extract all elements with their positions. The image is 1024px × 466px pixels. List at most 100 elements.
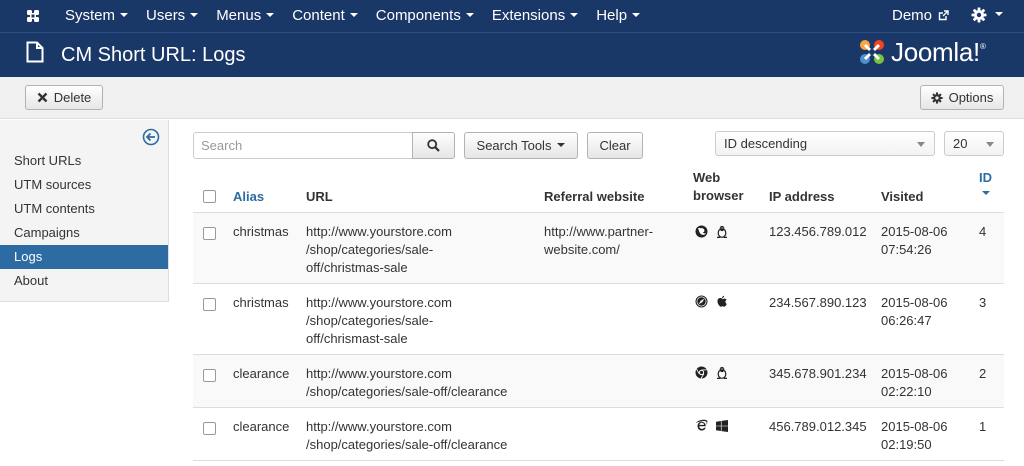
id-cell: 1 xyxy=(979,419,987,434)
column-header-browser-line2: browser xyxy=(693,188,744,203)
chevron-down-icon xyxy=(986,142,994,147)
menu-menus[interactable]: Menus xyxy=(207,0,283,32)
visited-cell: 2015-08-06 02:22:10 xyxy=(881,365,948,401)
sidebar-item-logs[interactable]: Logs xyxy=(0,245,168,269)
id-cell: 2 xyxy=(979,366,987,381)
brand-name: Joomla!® xyxy=(891,37,986,68)
list-limit-select[interactable]: 20 xyxy=(944,131,1004,156)
visited-time: 02:19:50 xyxy=(881,437,932,452)
list-limit-value: 20 xyxy=(953,136,968,151)
column-header-alias[interactable]: Alias xyxy=(233,188,264,206)
table-row: christmas http://www.yourstore.com /shop… xyxy=(193,284,1004,355)
row-checkbox[interactable] xyxy=(203,227,216,240)
column-header-browser-line1: Web xyxy=(693,170,721,185)
caret-down-icon xyxy=(632,13,641,18)
select-all-checkbox[interactable] xyxy=(203,190,216,203)
sidebar-item-utm-sources[interactable]: UTM sources xyxy=(0,173,168,197)
linux-icon xyxy=(717,366,727,379)
column-header-visited: Visited xyxy=(881,189,924,204)
chrome-icon xyxy=(695,366,708,379)
visited-date: 2015-08-06 xyxy=(881,419,948,434)
menu-label: Help xyxy=(596,7,628,24)
caret-down-icon xyxy=(995,12,1003,16)
url-cell: http://www.yourstore.com /shop/categorie… xyxy=(306,418,507,454)
table-row: clearance http://www.yourstore.com /shop… xyxy=(193,355,1004,408)
caret-down-icon xyxy=(120,13,129,18)
column-header-referral: Referral website xyxy=(544,189,645,204)
menu-label: Extensions xyxy=(491,7,566,24)
column-header-url: URL xyxy=(306,189,333,204)
gear-icon xyxy=(971,7,987,23)
ip-cell: 345.678.901.234 xyxy=(769,366,867,381)
visited-cell: 2015-08-06 06:26:47 xyxy=(881,294,948,330)
url-line: off/chrismast-sale xyxy=(306,331,408,346)
caret-down-icon xyxy=(465,13,474,18)
search-tools-label: Search Tools xyxy=(476,138,552,153)
row-checkbox[interactable] xyxy=(203,369,216,382)
delete-button[interactable]: Delete xyxy=(25,85,103,110)
options-button[interactable]: Options xyxy=(920,85,1004,110)
clear-button[interactable]: Clear xyxy=(587,132,643,159)
url-line: /shop/categories/sale-off/clearance xyxy=(306,437,508,452)
alias-cell: clearance xyxy=(233,366,290,381)
page-header: CM Short URL: Logs Joomla!® xyxy=(0,32,1024,77)
column-header-id[interactable]: ID xyxy=(979,169,992,195)
menu-label: Content xyxy=(292,7,345,24)
sidebar-item-short-urls[interactable]: Short URLs xyxy=(0,149,168,173)
ip-cell: 456.789.012.345 xyxy=(769,419,867,434)
alias-cell: christmas xyxy=(233,295,289,310)
row-checkbox[interactable] xyxy=(203,422,216,435)
search-input[interactable] xyxy=(193,132,413,159)
close-icon xyxy=(37,92,48,103)
search-tools-button[interactable]: Search Tools xyxy=(464,132,578,159)
id-cell: 3 xyxy=(979,295,987,310)
sort-descending-icon xyxy=(982,191,990,195)
collapse-sidebar-icon[interactable] xyxy=(142,128,160,146)
column-header-browser: Web browser xyxy=(693,169,744,205)
referral-line: website.com/ xyxy=(544,242,620,257)
browser-cell xyxy=(695,419,728,432)
page-title: CM Short URL: Logs xyxy=(61,44,246,66)
menu-label: Menus xyxy=(216,7,262,24)
ordering-value: ID descending xyxy=(724,136,808,151)
caret-down-icon xyxy=(266,13,275,18)
linux-icon xyxy=(717,225,727,238)
firefox-icon xyxy=(695,225,708,238)
sidebar-item-about[interactable]: About xyxy=(0,269,168,293)
clear-label: Clear xyxy=(599,138,631,153)
referral-line: http://www.partner- xyxy=(544,224,654,239)
referral-cell: http://www.partner- website.com/ xyxy=(544,223,653,259)
toolbar: Delete Options xyxy=(0,77,1024,119)
alias-cell: clearance xyxy=(233,419,290,434)
user-settings-menu[interactable] xyxy=(971,7,1003,23)
options-label: Options xyxy=(948,90,994,105)
brand-label: Joomla! xyxy=(891,37,980,67)
sidebar-item-utm-contents[interactable]: UTM contents xyxy=(0,197,168,221)
caret-down-icon xyxy=(557,142,566,147)
joomla-logo-icon[interactable] xyxy=(24,7,42,25)
ip-cell: 123.456.789.012 xyxy=(769,224,867,239)
ordering-select[interactable]: ID descending xyxy=(715,131,935,156)
url-line: /shop/categories/sale- xyxy=(306,313,434,328)
chevron-down-icon xyxy=(917,142,925,147)
menu-help[interactable]: Help xyxy=(587,0,649,32)
visited-time: 06:26:47 xyxy=(881,313,932,328)
site-link[interactable]: Demo xyxy=(892,0,949,32)
menu-content[interactable]: Content xyxy=(283,0,367,32)
table-row: clearance http://www.yourstore.com /shop… xyxy=(193,408,1004,461)
search-button[interactable] xyxy=(412,132,455,159)
menu-components[interactable]: Components xyxy=(367,0,483,32)
url-cell: http://www.yourstore.com /shop/categorie… xyxy=(306,223,452,277)
row-checkbox[interactable] xyxy=(203,298,216,311)
visited-cell: 2015-08-06 07:54:26 xyxy=(881,223,948,259)
sidebar-item-campaigns[interactable]: Campaigns xyxy=(0,221,168,245)
url-line: /shop/categories/sale-off/clearance xyxy=(306,384,508,399)
menu-system[interactable]: System xyxy=(56,0,137,32)
id-cell: 4 xyxy=(979,224,987,239)
caret-down-icon xyxy=(349,13,358,18)
apple-icon xyxy=(717,295,727,307)
menu-users[interactable]: Users xyxy=(137,0,207,32)
menu-extensions[interactable]: Extensions xyxy=(483,0,587,32)
gear-icon xyxy=(930,91,943,104)
table-header: Alias URL Referral website Web browser I… xyxy=(193,166,1004,213)
